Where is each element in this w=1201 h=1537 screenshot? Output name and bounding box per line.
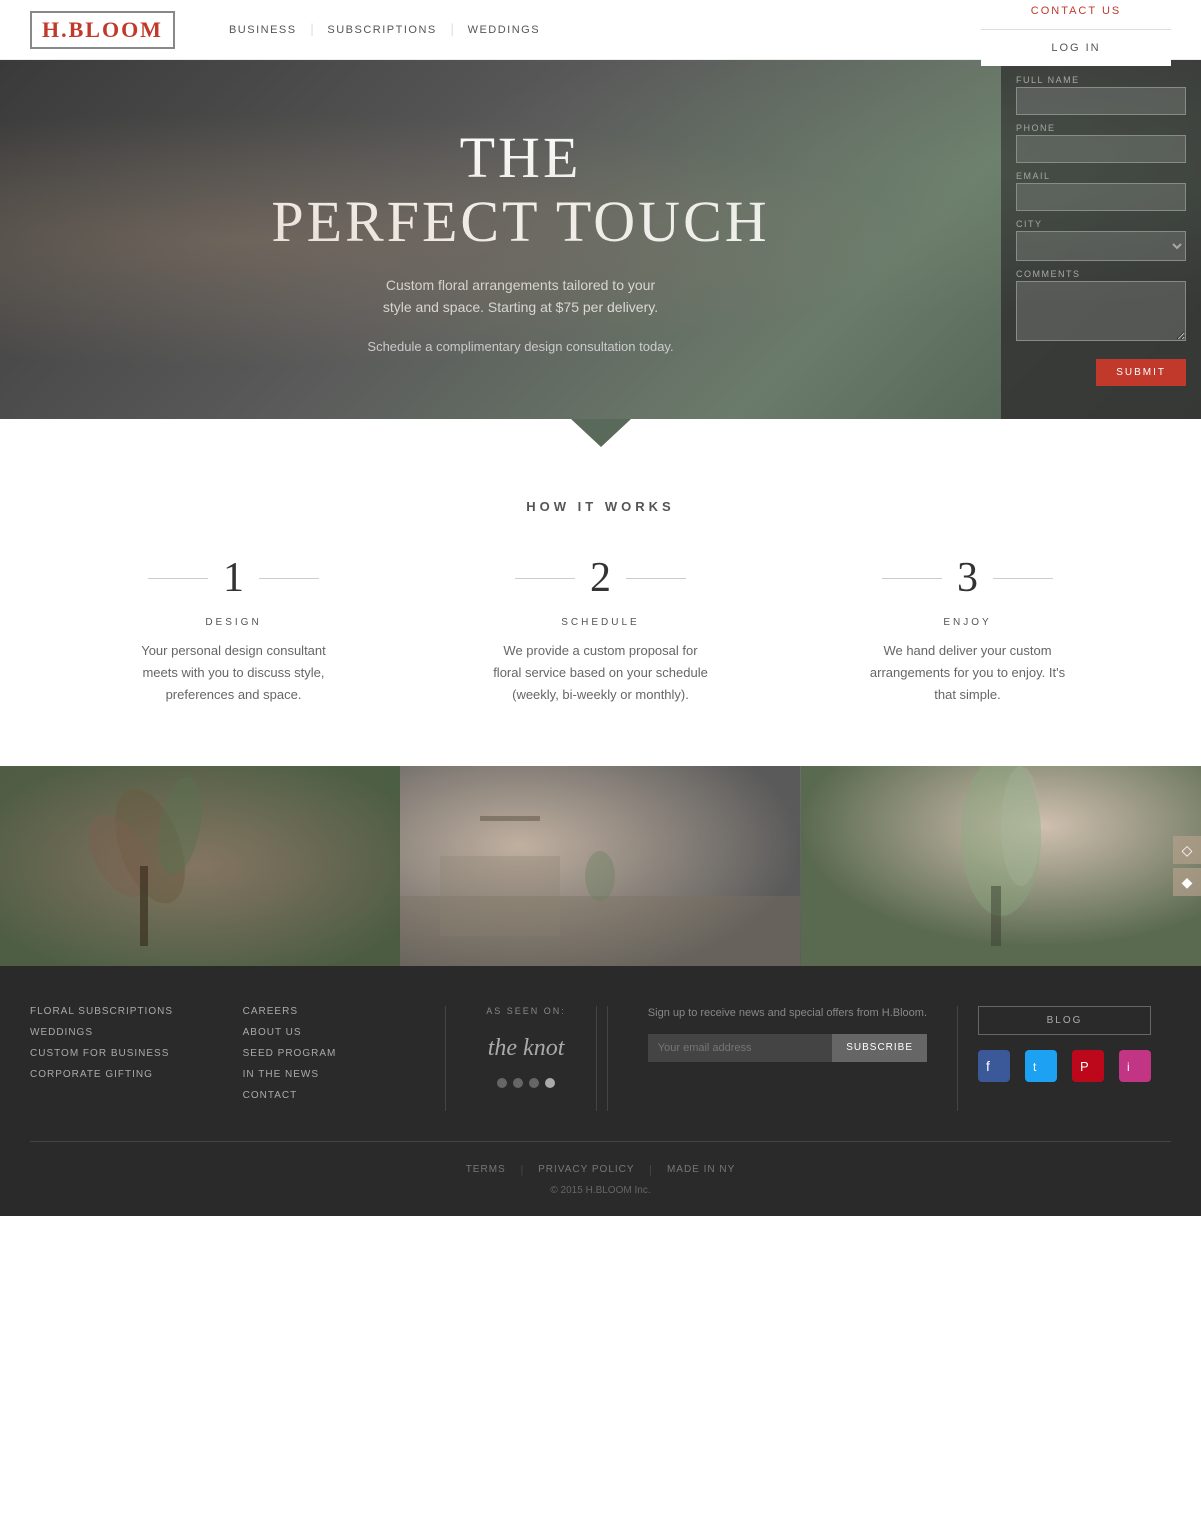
- footer-divider-1: [445, 1006, 446, 1111]
- gallery-nav: ◇ ◆: [1173, 766, 1201, 966]
- gallery-image-2: [400, 766, 800, 966]
- main-nav: BUSINESS | SUBSCRIPTIONS | WEDDINGS: [215, 22, 554, 38]
- dot-1[interactable]: [497, 1078, 507, 1088]
- header: H.BLOOM BUSINESS | SUBSCRIPTIONS | WEDDI…: [0, 0, 1201, 60]
- step-1-line-right: [259, 578, 319, 579]
- steps-container: 1 DESIGN Your personal design consultant…: [60, 554, 1141, 706]
- footer: FLORAL SUBSCRIPTIONS WEDDINGS CUSTOM FOR…: [0, 966, 1201, 1216]
- step-2-number-row: 2: [427, 554, 774, 602]
- footer-link-weddings[interactable]: WEDDINGS: [30, 1027, 203, 1038]
- made-in-ny-link[interactable]: MADE IN NY: [667, 1164, 735, 1175]
- contact-us-button[interactable]: CONTACT US: [981, 0, 1171, 30]
- login-button[interactable]: LOG IN: [981, 30, 1171, 66]
- step-3-name: ENJOY: [794, 617, 1141, 628]
- step-2-line-left: [515, 578, 575, 579]
- footer-link-careers[interactable]: CAREERS: [243, 1006, 416, 1017]
- footer-sep-1: |: [521, 1162, 523, 1177]
- gallery-svg-1: [0, 766, 400, 966]
- dot-2[interactable]: [513, 1078, 523, 1088]
- dot-indicators: [486, 1078, 566, 1088]
- gallery-images: [0, 766, 1201, 966]
- subscribe-button[interactable]: SUBSCRIBE: [832, 1034, 927, 1062]
- newsletter-text: Sign up to receive news and special offe…: [648, 1006, 927, 1021]
- footer-divider-2: [607, 1006, 608, 1111]
- nav-subscriptions[interactable]: SUBSCRIPTIONS: [313, 24, 450, 36]
- hero-section: THE PERFECT TOUCH Custom floral arrangem…: [0, 60, 1201, 420]
- svg-text:P: P: [1080, 1059, 1089, 1074]
- nav-business[interactable]: BUSINESS: [215, 24, 311, 36]
- blog-button[interactable]: BLOG: [978, 1006, 1151, 1035]
- logo-text: H.BLOOM: [42, 17, 163, 42]
- footer-link-seed[interactable]: SEED PROGRAM: [243, 1048, 416, 1059]
- gallery-svg-2: [400, 766, 800, 966]
- step-1: 1 DESIGN Your personal design consultant…: [60, 554, 407, 706]
- step-2-line-right: [626, 578, 686, 579]
- step-3-line-left: [882, 578, 942, 579]
- twitter-icon[interactable]: t: [1025, 1050, 1057, 1082]
- step-2-number: 2: [590, 554, 611, 602]
- step-1-number-row: 1: [60, 554, 407, 602]
- svg-text:f: f: [986, 1058, 990, 1074]
- gallery-next-button[interactable]: ◆: [1173, 868, 1201, 896]
- social-icons: f t P i: [978, 1050, 1151, 1082]
- step-3: 3 ENJOY We hand deliver your custom arra…: [794, 554, 1141, 706]
- step-1-name: DESIGN: [60, 617, 407, 628]
- privacy-link[interactable]: PRIVACY POLICY: [538, 1164, 634, 1175]
- as-seen-on: AS SEEN ON: the knot: [456, 1006, 597, 1111]
- footer-top: FLORAL SUBSCRIPTIONS WEDDINGS CUSTOM FOR…: [30, 1006, 1171, 1142]
- logo[interactable]: H.BLOOM: [30, 11, 175, 49]
- footer-bottom: TERMS | PRIVACY POLICY | MADE IN NY © 20…: [30, 1142, 1171, 1196]
- as-seen-label: AS SEEN ON:: [486, 1006, 566, 1016]
- footer-col-2: CAREERS ABOUT US SEED PROGRAM IN THE NEW…: [223, 1006, 436, 1111]
- step-1-desc: Your personal design consultant meets wi…: [124, 640, 344, 706]
- step-2-desc: We provide a custom proposal for floral …: [491, 640, 711, 706]
- social-section: BLOG f t P i: [958, 1006, 1171, 1111]
- footer-link-news[interactable]: IN THE NEWS: [243, 1069, 416, 1080]
- footer-sep-2: |: [650, 1162, 652, 1177]
- step-3-line-right: [993, 578, 1053, 579]
- svg-text:t: t: [1033, 1060, 1037, 1074]
- newsletter-email-input[interactable]: [648, 1034, 832, 1062]
- gallery-image-1: [0, 766, 400, 966]
- terms-link[interactable]: TERMS: [466, 1164, 506, 1175]
- footer-col-1: FLORAL SUBSCRIPTIONS WEDDINGS CUSTOM FOR…: [30, 1006, 223, 1111]
- step-2: 2 SCHEDULE We provide a custom proposal …: [427, 554, 774, 706]
- footer-link-custom-business[interactable]: CUSTOM FOR BUSINESS: [30, 1048, 203, 1059]
- arrow-divider: [0, 419, 1201, 449]
- step-3-desc: We hand deliver your custom arrangements…: [858, 640, 1078, 706]
- footer-copyright: © 2015 H.BLOOM Inc.: [30, 1185, 1171, 1196]
- pinterest-icon[interactable]: P: [1072, 1050, 1104, 1082]
- header-right: CONTACT US LOG IN: [981, 0, 1171, 66]
- the-knot-logo: the knot: [486, 1031, 566, 1063]
- footer-link-about[interactable]: ABOUT US: [243, 1027, 416, 1038]
- step-1-line-left: [148, 578, 208, 579]
- footer-bottom-links: TERMS | PRIVACY POLICY | MADE IN NY: [30, 1162, 1171, 1177]
- newsletter-form: SUBSCRIBE: [648, 1034, 927, 1062]
- gallery-svg-3: [801, 766, 1201, 966]
- gallery-prev-button[interactable]: ◇: [1173, 836, 1201, 864]
- nav-weddings[interactable]: WEDDINGS: [454, 24, 555, 36]
- facebook-icon[interactable]: f: [978, 1050, 1010, 1082]
- dot-4[interactable]: [545, 1078, 555, 1088]
- footer-link-corporate[interactable]: CORPORATE GIFTING: [30, 1069, 203, 1080]
- hero-overlay: [0, 60, 1201, 420]
- instagram-icon[interactable]: i: [1119, 1050, 1151, 1082]
- step-2-name: SCHEDULE: [427, 617, 774, 628]
- footer-link-contact[interactable]: CONTACT: [243, 1090, 416, 1101]
- step-3-number: 3: [957, 554, 978, 602]
- how-it-works-title: HOW IT WORKS: [60, 499, 1141, 514]
- newsletter-section: Sign up to receive news and special offe…: [618, 1006, 958, 1111]
- step-3-number-row: 3: [794, 554, 1141, 602]
- dot-3[interactable]: [529, 1078, 539, 1088]
- gallery-section: ◇ ◆: [0, 766, 1201, 966]
- step-1-number: 1: [223, 554, 244, 602]
- gallery-image-3: [801, 766, 1201, 966]
- how-it-works-section: HOW IT WORKS 1 DESIGN Your personal desi…: [0, 449, 1201, 766]
- footer-link-floral-subscriptions[interactable]: FLORAL SUBSCRIPTIONS: [30, 1006, 203, 1017]
- svg-text:i: i: [1127, 1060, 1130, 1074]
